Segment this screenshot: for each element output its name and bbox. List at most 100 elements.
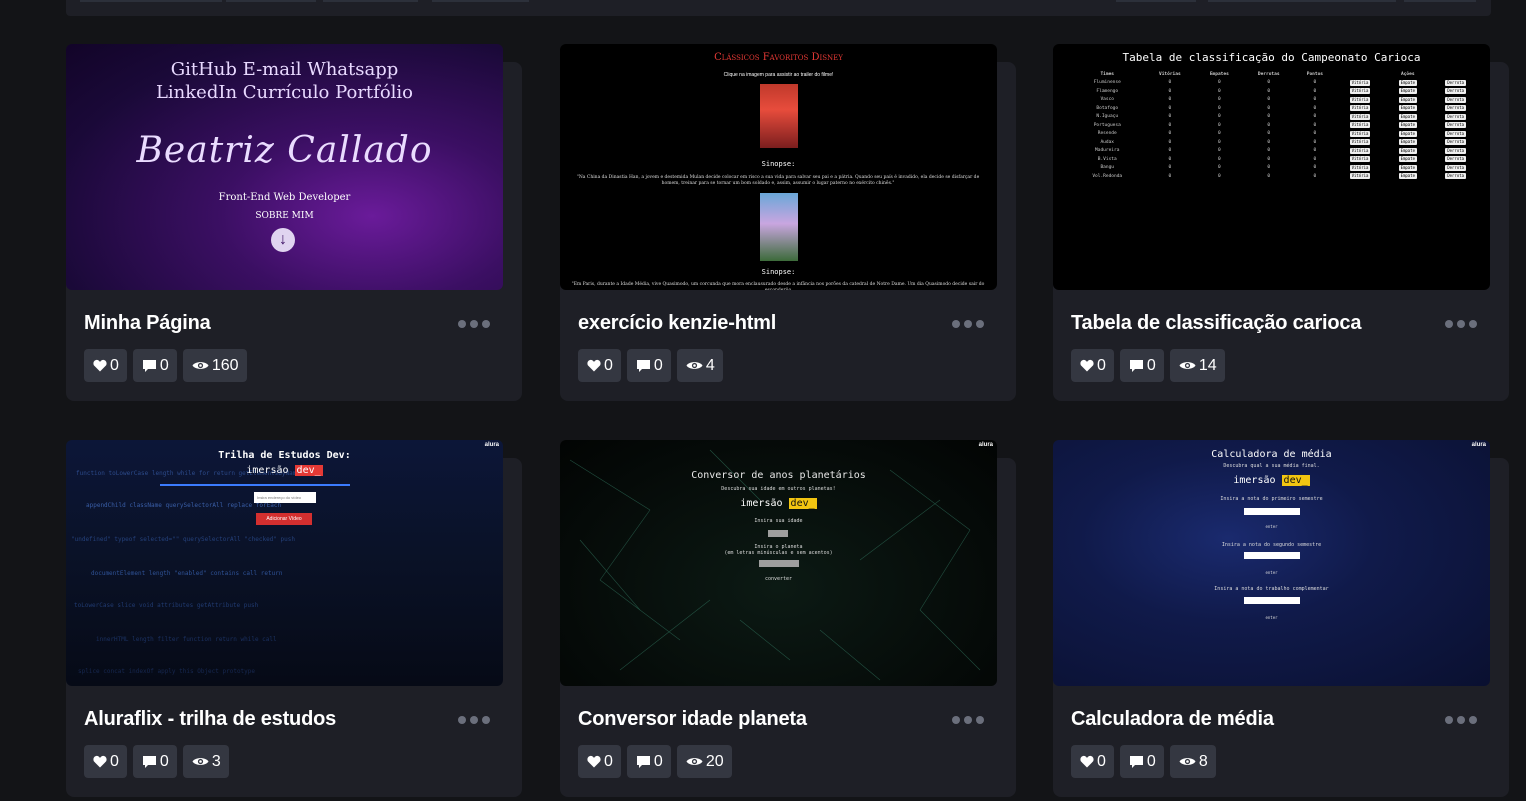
- pen-title[interactable]: Aluraflix - trilha de estudos: [84, 708, 336, 731]
- like-button[interactable]: 0: [1071, 745, 1114, 778]
- pen-preview[interactable]: Clássicos Favoritos Disney Clique na ima…: [560, 44, 997, 290]
- comment-button[interactable]: 0: [1119, 745, 1164, 778]
- planet-hint: (em letras minúsculas e sem acentos): [724, 550, 833, 556]
- table-action-button: Empate: [1398, 156, 1418, 163]
- table-action-button: Empate: [1398, 105, 1418, 112]
- table-cell: Empate: [1385, 130, 1430, 139]
- comment-count: 0: [653, 356, 663, 374]
- table-row: Madureira 0 0 0 0 Vitória Empate Derrota: [1071, 147, 1481, 156]
- imersao-dev-logo: imersão dev_: [246, 465, 323, 476]
- arrow-down-icon: ↓: [271, 228, 295, 252]
- table-cell: Empate: [1385, 104, 1430, 113]
- table-action-button: Derrota: [1445, 113, 1467, 120]
- table-action-button: Vitória: [1349, 147, 1371, 154]
- table-cell: Empate: [1385, 164, 1430, 173]
- table-row: Botafogo 0 0 0 0 Vitória Empate Derrota: [1071, 104, 1481, 113]
- table-cell: 0: [1217, 156, 1221, 162]
- table-cell: Vitória: [1335, 147, 1386, 156]
- toolbar-control[interactable]: [1404, 0, 1476, 2]
- views-button[interactable]: 14: [1169, 349, 1225, 382]
- more-dots-icon[interactable]: [458, 320, 492, 330]
- like-button[interactable]: 0: [578, 745, 621, 778]
- pen-title[interactable]: Calculadora de média: [1071, 708, 1274, 731]
- comment-button[interactable]: 0: [626, 745, 671, 778]
- table-action-button: Vitória: [1349, 96, 1371, 103]
- like-button[interactable]: 0: [84, 745, 127, 778]
- add-video-button: Adicionar Vídeo: [256, 513, 312, 525]
- pen-title[interactable]: Minha Página: [84, 312, 211, 335]
- like-button[interactable]: 0: [1071, 349, 1114, 382]
- pen-title[interactable]: Tabela de classificação carioca: [1071, 312, 1361, 335]
- table-row: Fluminense 0 0 0 0 Vitória Empate Derrota: [1071, 79, 1481, 88]
- pen-card: alura Calculadora de média Descubra qual…: [1053, 440, 1509, 797]
- table-cell: Vitória: [1335, 87, 1386, 96]
- more-dots-icon[interactable]: [952, 716, 986, 726]
- toolbar-control[interactable]: [432, 0, 529, 2]
- like-count: 0: [604, 752, 613, 770]
- toolbar-control[interactable]: [226, 0, 316, 2]
- pen-preview[interactable]: alura Conversor de anos planetários Desc…: [560, 440, 997, 686]
- toolbar-control[interactable]: [1116, 0, 1196, 2]
- preview-role: Front-End Web Developer: [218, 192, 351, 203]
- table-cell: Vitória: [1335, 104, 1386, 113]
- table-cell: 0: [1217, 122, 1221, 128]
- age-input: [768, 530, 788, 537]
- heart-icon: [1080, 359, 1094, 372]
- comment-button[interactable]: 0: [132, 349, 177, 382]
- table-cell: Madureira: [1095, 148, 1120, 154]
- views-button[interactable]: 4: [676, 349, 723, 382]
- like-button[interactable]: 0: [578, 349, 621, 382]
- views-button[interactable]: 160: [182, 349, 247, 382]
- comment-button[interactable]: 0: [1119, 349, 1164, 382]
- views-button[interactable]: 20: [676, 745, 732, 778]
- pen-preview[interactable]: GitHub E-mail Whatsapp LinkedIn Currícul…: [66, 44, 503, 290]
- pen-stats: 0 0 8: [1071, 745, 1216, 778]
- toolbar-control[interactable]: [1208, 0, 1396, 2]
- preview-heading: Trilha de Estudos Dev:: [218, 450, 351, 461]
- table-cell: 0: [1267, 88, 1271, 94]
- view-count: 8: [1198, 752, 1208, 770]
- table-cell: 0: [1217, 114, 1221, 120]
- pen-card: Tabela de classificação do Campeonato Ca…: [1053, 44, 1509, 401]
- table-cell: Derrota: [1430, 79, 1481, 88]
- views-button[interactable]: 8: [1169, 745, 1216, 778]
- code-decoration: innerHTML length filter function return …: [96, 636, 277, 643]
- imersao-dev-logo: imersão dev_: [740, 498, 817, 509]
- table-cell: 0: [1267, 131, 1271, 137]
- imersao-dev-logo: imersão dev_: [1233, 475, 1310, 486]
- comment-button[interactable]: 0: [626, 349, 671, 382]
- table-cell: Vitória: [1335, 79, 1386, 88]
- more-dots-icon[interactable]: [952, 320, 986, 330]
- pen-preview[interactable]: alura Calculadora de média Descubra qual…: [1053, 440, 1490, 686]
- table-cell: 0: [1313, 173, 1317, 179]
- more-dots-icon[interactable]: [1445, 320, 1479, 330]
- preview-subtitle: Descubra qual a sua média final.: [1223, 463, 1320, 469]
- planet-input: [759, 560, 799, 567]
- table-header-cell: Pontos: [1306, 71, 1323, 77]
- table-cell: 0: [1267, 114, 1271, 120]
- views-button[interactable]: 3: [182, 745, 229, 778]
- more-dots-icon[interactable]: [458, 716, 492, 726]
- comment-icon: [636, 359, 650, 372]
- pen-title[interactable]: exercício kenzie-html: [578, 312, 776, 335]
- preview-nav-links: LinkedIn Currículo Portfólio: [155, 82, 414, 103]
- more-dots-icon[interactable]: [1445, 716, 1479, 726]
- comment-icon: [1129, 359, 1143, 372]
- table-action-button: Derrota: [1445, 130, 1467, 137]
- table-cell: Audax: [1100, 139, 1115, 145]
- table-header-cell: Ações: [1401, 71, 1415, 77]
- comment-count: 0: [159, 752, 169, 770]
- code-decoration: splice concat indexOf apply this Object …: [78, 668, 256, 675]
- comment-button[interactable]: 0: [132, 745, 177, 778]
- preview-sinopse-label: Sinopse:: [761, 268, 796, 276]
- pen-preview[interactable]: function toLowerCase length while for re…: [66, 440, 503, 686]
- code-decoration: documentElement length "enabled" contain…: [91, 570, 283, 577]
- toolbar-control[interactable]: [323, 0, 418, 2]
- pen-preview[interactable]: Tabela de classificação do Campeonato Ca…: [1053, 44, 1490, 290]
- table-action-button: Derrota: [1445, 122, 1467, 129]
- like-button[interactable]: 0: [84, 349, 127, 382]
- pen-title[interactable]: Conversor idade planeta: [578, 708, 807, 731]
- toolbar-control[interactable]: [80, 0, 222, 2]
- table-row: Portuguesa 0 0 0 0 Vitória Empate Derrota: [1071, 121, 1481, 130]
- table-action-button: Vitória: [1349, 156, 1371, 163]
